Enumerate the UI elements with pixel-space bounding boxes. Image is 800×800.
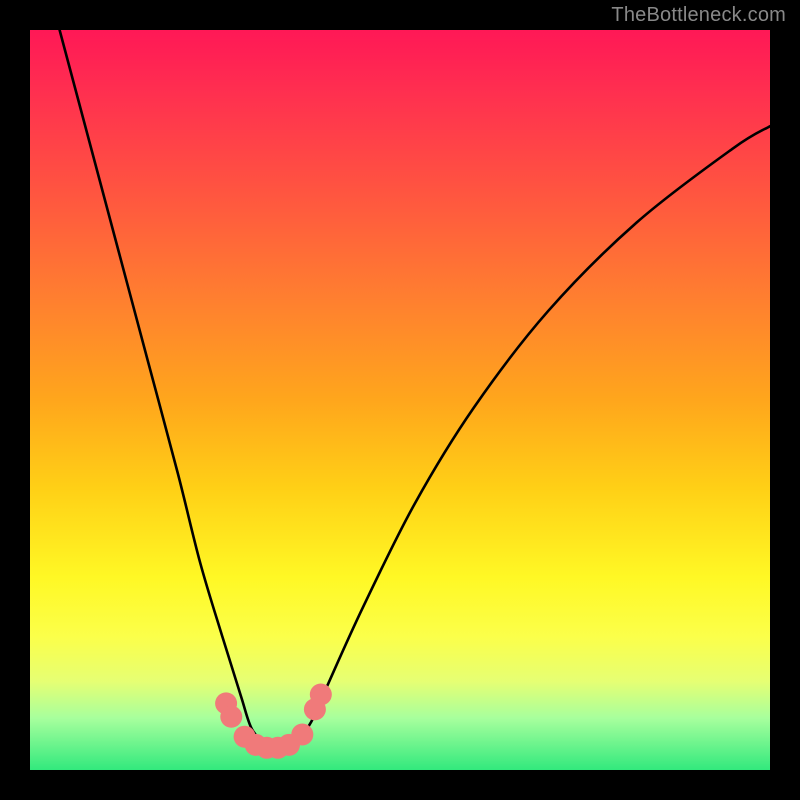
datapoint-markers: [30, 30, 770, 770]
chart-frame: TheBottleneck.com: [0, 0, 800, 800]
datapoint-marker: [310, 684, 332, 706]
datapoint-marker: [291, 723, 313, 745]
plot-area: [30, 30, 770, 770]
datapoint-marker: [220, 706, 242, 728]
watermark-text: TheBottleneck.com: [611, 4, 786, 27]
